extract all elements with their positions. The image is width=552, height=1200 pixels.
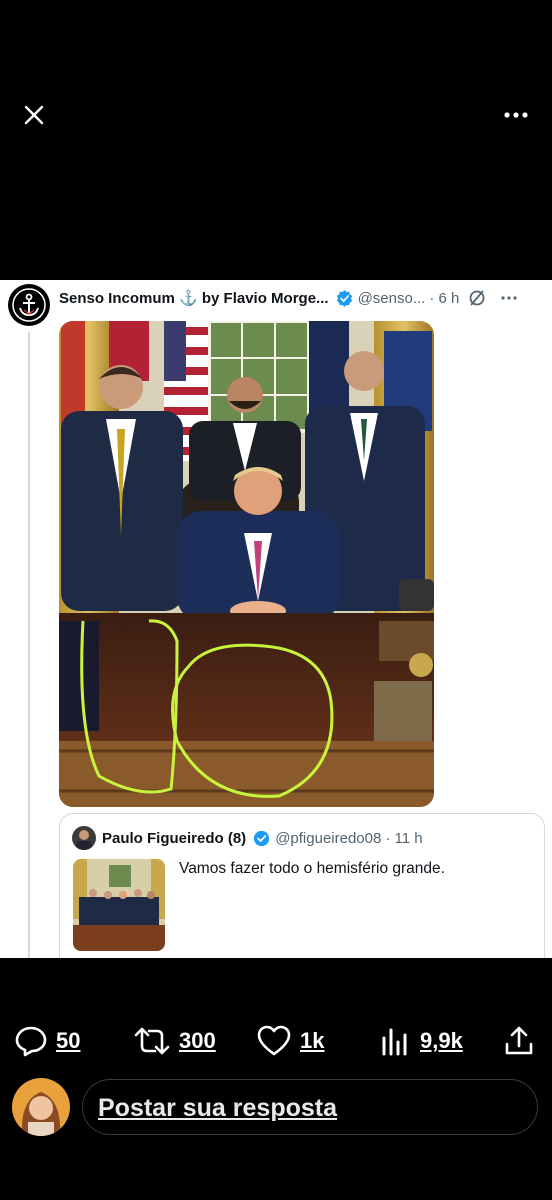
quoted-author-avatar xyxy=(72,826,96,850)
quoted-author-name: Paulo Figueiredo (8) xyxy=(102,829,247,847)
views-count: 9,9k xyxy=(420,1028,463,1053)
tweet-card[interactable]: Senso Incomum ⚓ by Flavio Morge... @sens… xyxy=(0,280,552,958)
verified-badge-icon xyxy=(254,830,270,846)
more-options-button[interactable] xyxy=(500,101,532,129)
verified-badge-icon xyxy=(336,289,352,307)
tweet-header: Senso Incomum ⚓ by Flavio Morge... @sens… xyxy=(59,287,544,309)
heart-icon xyxy=(257,1025,291,1056)
close-button[interactable] xyxy=(20,101,48,129)
share-icon xyxy=(505,1026,533,1055)
close-icon xyxy=(24,105,44,125)
reply-count: 50 xyxy=(56,1028,81,1053)
quoted-tweet-header: Paulo Figueiredo (8) @pfigueiredo08 · 11… xyxy=(72,826,423,850)
reply-icon xyxy=(15,1026,47,1057)
reply-input[interactable]: Postar sua resposta xyxy=(82,1079,538,1135)
repost-icon xyxy=(134,1027,170,1055)
viewer-top-bar xyxy=(0,0,552,280)
user-avatar[interactable] xyxy=(12,1078,70,1136)
like-button[interactable]: 1k xyxy=(256,1024,324,1058)
quoted-tweet-text: Vamos fazer todo o hemisfério grande. xyxy=(179,860,445,877)
tweet-actions: 50 300 1k 9,9k xyxy=(0,1010,552,1070)
more-dots-icon xyxy=(504,112,528,118)
author-handle[interactable]: @senso... xyxy=(358,290,426,307)
tweet-time: · 6 h xyxy=(429,289,460,307)
views-button[interactable]: 9,9k xyxy=(380,1024,463,1058)
author-name[interactable]: Senso Incomum ⚓ by Flavio Morge... xyxy=(59,289,329,307)
share-button[interactable] xyxy=(502,1024,544,1058)
tweet-more-icon[interactable] xyxy=(499,288,519,308)
reply-placeholder: Postar sua resposta xyxy=(98,1094,337,1122)
reply-button[interactable]: 50 xyxy=(14,1024,80,1058)
thread-line xyxy=(28,332,30,958)
tweet-photo[interactable] xyxy=(59,321,434,807)
quoted-author-handle: @pfigueiredo08 xyxy=(275,829,382,847)
repost-count: 300 xyxy=(179,1028,216,1053)
views-icon xyxy=(382,1028,407,1056)
quoted-tweet[interactable]: Paulo Figueiredo (8) @pfigueiredo08 · 11… xyxy=(59,813,545,958)
like-count: 1k xyxy=(300,1028,325,1053)
quoted-tweet-thumbnail xyxy=(73,859,165,951)
oval-office-photo xyxy=(59,321,434,807)
author-avatar[interactable] xyxy=(8,284,50,326)
repost-button[interactable]: 300 xyxy=(133,1024,216,1058)
anchor-icon xyxy=(12,288,46,322)
quoted-tweet-time: · 11 h xyxy=(385,829,423,847)
grok-icon[interactable] xyxy=(467,288,487,308)
